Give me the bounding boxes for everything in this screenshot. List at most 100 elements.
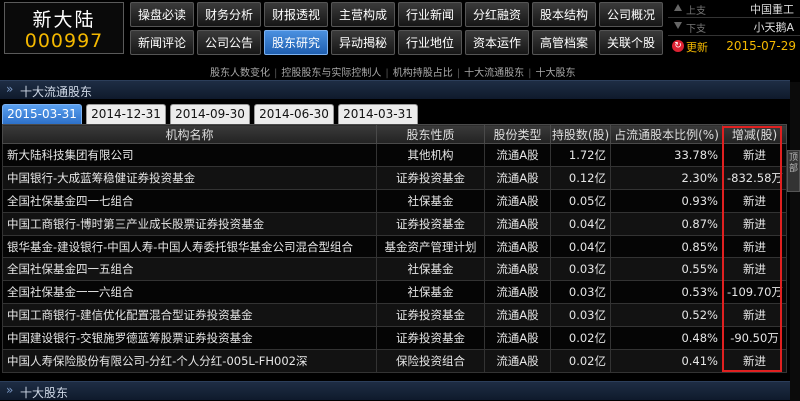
section-top-circulating[interactable]: » 十大流通股东 xyxy=(0,80,790,99)
nav-item[interactable]: 主营构成 xyxy=(331,2,395,27)
table-row: 中国工商银行-建信优化配置混合型证券投资基金 证券投资基金 流通A股 0.03亿… xyxy=(2,303,787,328)
holder-type: 社保基金 xyxy=(376,280,485,305)
shares-held: 0.03亿 xyxy=(550,303,611,328)
next-stock-name[interactable]: 小天鹅A xyxy=(753,19,794,35)
prev-stock-name[interactable]: 中国重工 xyxy=(750,1,794,17)
shares-held: 0.03亿 xyxy=(550,280,611,305)
column-header[interactable]: 股东性质 xyxy=(376,124,485,144)
shares-held: 0.02亿 xyxy=(550,326,611,351)
header: 新大陆 000997 操盘必读 财务分析 财报透视 主营构成 行业新闻 分红融资… xyxy=(0,0,800,58)
float-ratio: 0.55% xyxy=(610,257,723,282)
nav-item[interactable]: 财务分析 xyxy=(197,2,261,27)
nav-item[interactable]: 资本运作 xyxy=(465,30,529,55)
column-header[interactable]: 机构名称 xyxy=(2,124,377,144)
nav-item[interactable]: 操盘必读 xyxy=(130,2,194,27)
tab-date[interactable]: 2014-09-30 xyxy=(170,104,250,124)
column-header[interactable]: 增减(股) xyxy=(722,124,787,144)
divider: | xyxy=(528,68,532,79)
nav-item-active[interactable]: 股东研究 xyxy=(264,30,328,55)
stock-code: 000997 xyxy=(24,30,104,52)
float-ratio: 0.53% xyxy=(610,280,723,305)
holder-type: 社保基金 xyxy=(376,188,485,213)
sublink-controller[interactable]: 控股股东与实际控制人 xyxy=(281,68,381,79)
nav-item[interactable]: 公司公告 xyxy=(197,30,261,55)
share-type: 流通A股 xyxy=(484,280,551,305)
holder-name: 中国建设银行-交银施罗德蓝筹股票证券投资基金 xyxy=(2,326,377,351)
share-type: 流通A股 xyxy=(484,349,551,373)
nav-item[interactable]: 分红融资 xyxy=(465,2,529,27)
divider: | xyxy=(456,68,461,79)
holder-name: 全国社保基金四一七组合 xyxy=(2,188,377,213)
next-stock-row[interactable]: 下支 小天鹅A xyxy=(668,18,800,36)
nav-item[interactable]: 公司概况 xyxy=(599,2,663,27)
holder-type: 其他机构 xyxy=(376,143,485,167)
update-date: 2015-07-29 xyxy=(726,39,796,53)
nav-item[interactable]: 行业地位 xyxy=(398,30,462,55)
prev-stock-row[interactable]: 上支 中国重工 xyxy=(668,0,800,18)
update-label: 更新 xyxy=(686,41,708,54)
nav-item[interactable]: 新闻评论 xyxy=(130,30,194,55)
change-value: 新进 xyxy=(722,303,787,328)
main-nav: 操盘必读 财务分析 财报透视 主营构成 行业新闻 分红融资 股本结构 公司概况 … xyxy=(130,0,666,58)
sublink-top-circulating[interactable]: 十大流通股东 xyxy=(464,68,524,79)
float-ratio: 2.30% xyxy=(610,165,723,190)
nav-item[interactable]: 股本结构 xyxy=(532,2,596,27)
column-header[interactable]: 占流通股本比例(%) xyxy=(610,124,723,144)
holder-type: 保险投资组合 xyxy=(376,349,485,373)
sub-links: 股东人数变化 | 控股股东与实际控制人 | 机构持股占比 | 十大流通股东 | 十大股东 xyxy=(210,64,590,80)
change-value: 新进 xyxy=(722,349,787,373)
nav-item[interactable]: 高管档案 xyxy=(532,30,596,55)
table-row: 中国人寿保险股份有限公司-分红-个人分红-005L-FH002深 保险投资组合 … xyxy=(2,349,787,373)
sublink-institution-ratio[interactable]: 机构持股占比 xyxy=(393,68,453,79)
change-value: 新进 xyxy=(722,234,787,259)
sublink-top-holders[interactable]: 十大股东 xyxy=(536,68,576,79)
holder-name: 全国社保基金一一六组合 xyxy=(2,280,377,305)
change-value: 新进 xyxy=(722,143,787,167)
shareholder-table: 机构名称 股东性质 股份类型 持股数(股) 占流通股本比例(%) 增减(股) 新… xyxy=(2,124,787,373)
float-ratio: 0.41% xyxy=(610,349,723,373)
holder-type: 证券投资基金 xyxy=(376,303,485,328)
float-ratio: 0.93% xyxy=(610,188,723,213)
shares-held: 1.72亿 xyxy=(550,143,611,167)
shares-held: 0.05亿 xyxy=(550,188,611,213)
shares-held: 0.04亿 xyxy=(550,211,611,236)
share-type: 流通A股 xyxy=(484,188,551,213)
divider: | xyxy=(385,68,389,79)
nav-item[interactable]: 异动揭秘 xyxy=(331,30,395,55)
section-title: 十大流通股东 xyxy=(20,85,93,99)
float-ratio: 0.85% xyxy=(610,234,723,259)
holder-name: 全国社保基金四一五组合 xyxy=(2,257,377,282)
update-row[interactable]: ↻ 更新 2015-07-29 xyxy=(668,37,800,57)
table-row: 中国工商银行-博时第三产业成长股票证券投资基金 证券投资基金 流通A股 0.04… xyxy=(2,211,787,236)
share-type: 流通A股 xyxy=(484,303,551,328)
holder-type: 社保基金 xyxy=(376,257,485,282)
tab-date[interactable]: 2014-03-31 xyxy=(338,104,418,124)
refresh-icon[interactable]: ↻ xyxy=(672,40,684,52)
holder-name: 新大陆科技集团有限公司 xyxy=(2,143,377,167)
table-header-row: 机构名称 股东性质 股份类型 持股数(股) 占流通股本比例(%) 增减(股) xyxy=(2,124,787,144)
shares-held: 0.04亿 xyxy=(550,234,611,259)
nav-item[interactable]: 财报透视 xyxy=(264,2,328,27)
holder-name: 中国银行-大成蓝筹稳健证券投资基金 xyxy=(2,165,377,190)
tab-date[interactable]: 2014-06-30 xyxy=(254,104,334,124)
next-stock-label: 下支 xyxy=(686,24,706,35)
sublink-holder-count[interactable]: 股东人数变化 xyxy=(210,68,270,79)
tab-date[interactable]: 2014-12-31 xyxy=(86,104,166,124)
nav-item[interactable]: 关联个股 xyxy=(599,30,663,55)
chevron-icon: » xyxy=(6,383,14,397)
float-ratio: 0.48% xyxy=(610,326,723,351)
side-panel: 上支 中国重工 下支 小天鹅A ↻ 更新 2015-07-29 xyxy=(668,0,800,58)
holder-type: 基金资产管理计划 xyxy=(376,234,485,259)
share-type: 流通A股 xyxy=(484,326,551,351)
shares-held: 0.03亿 xyxy=(550,257,611,282)
holder-type: 证券投资基金 xyxy=(376,165,485,190)
table-row: 全国社保基金一一六组合 社保基金 流通A股 0.03亿 0.53% -109.7… xyxy=(2,280,787,305)
column-header[interactable]: 持股数(股) xyxy=(550,124,611,144)
nav-item[interactable]: 行业新闻 xyxy=(398,2,462,27)
section-top-shareholders[interactable]: » 十大股东 xyxy=(0,381,790,400)
scrollbar[interactable] xyxy=(790,82,800,401)
column-header[interactable]: 股份类型 xyxy=(484,124,551,144)
tab-date-active[interactable]: 2015-03-31 xyxy=(2,104,82,124)
back-to-top-button[interactable]: 顶部 xyxy=(787,150,800,192)
holder-type: 证券投资基金 xyxy=(376,326,485,351)
